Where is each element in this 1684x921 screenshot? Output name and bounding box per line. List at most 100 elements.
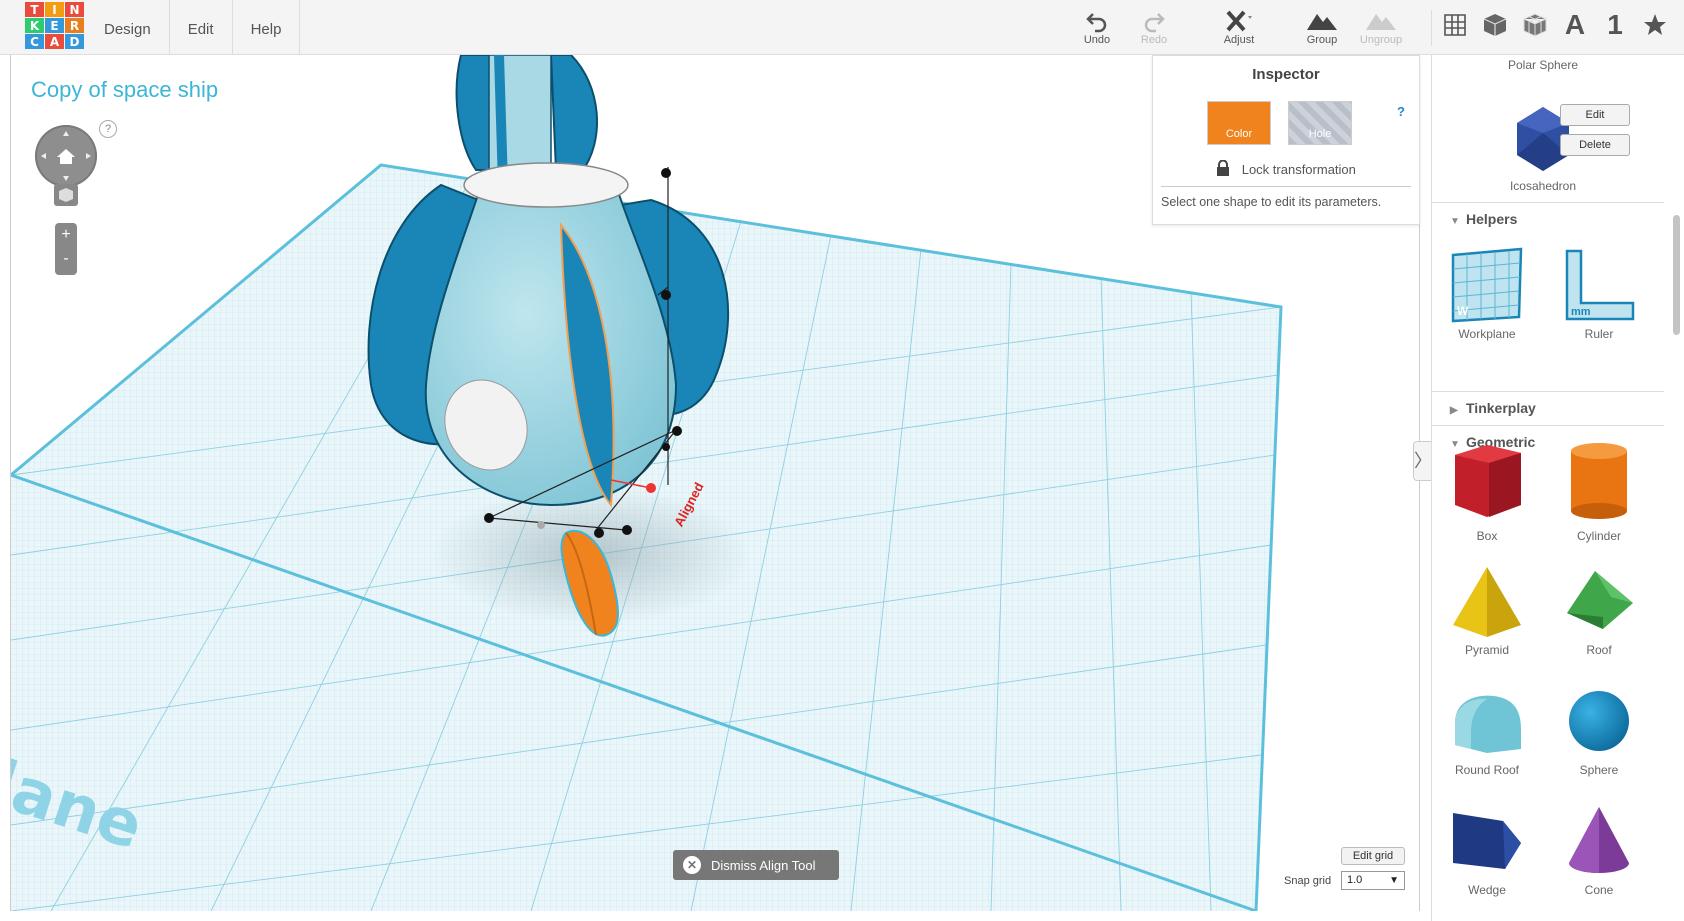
shape-pyramid[interactable]: Pyramid: [1432, 563, 1542, 657]
text-shape-icon[interactable]: A: [1562, 9, 1588, 40]
lock-icon: [1217, 159, 1230, 176]
roof-icon: [1567, 571, 1633, 629]
logo-letter: D: [65, 34, 84, 49]
logo-letter: K: [25, 18, 44, 33]
wireframe-view-icon[interactable]: [1522, 10, 1548, 40]
undo-label: Undo: [1083, 34, 1111, 46]
adjust-button[interactable]: Adjust: [1209, 8, 1269, 50]
shape-sphere[interactable]: Sphere: [1544, 683, 1654, 777]
tinkercad-logo[interactable]: T I N K E R C A D: [25, 2, 85, 62]
shape-round-roof[interactable]: Round Roof: [1432, 683, 1542, 777]
main-menu: Design Edit Help: [86, 0, 301, 55]
shape-ruler[interactable]: mm Ruler: [1544, 247, 1654, 341]
star-icon[interactable]: [1642, 10, 1668, 40]
grid-view-icon[interactable]: [1442, 10, 1468, 40]
box-view-icon[interactable]: [1482, 10, 1508, 40]
shape-workplane[interactable]: W Workplane: [1432, 247, 1542, 341]
delete-shape-button[interactable]: Delete: [1560, 134, 1630, 156]
cone-icon: [1569, 807, 1629, 873]
undo-button[interactable]: Undo: [1067, 8, 1127, 50]
box-icon: [1455, 445, 1521, 517]
group-icon: [1307, 14, 1337, 30]
number-shape-icon[interactable]: 1: [1602, 9, 1628, 40]
top-right-fin[interactable]: [549, 55, 598, 175]
logo-letter: A: [45, 34, 64, 49]
menu-edit[interactable]: Edit: [170, 0, 233, 55]
rocket-collar[interactable]: [463, 162, 629, 208]
shape-label: Sphere: [1579, 763, 1619, 777]
shape-cylinder[interactable]: Cylinder: [1544, 435, 1654, 543]
lock-transformation-toggle[interactable]: Lock transformation: [1153, 159, 1419, 177]
shape-label: Pyramid: [1464, 643, 1509, 657]
zoom-in-button[interactable]: +: [55, 223, 77, 247]
inspector-note: Select one shape to edit its parameters.: [1161, 186, 1411, 209]
fit-view-button[interactable]: [54, 184, 78, 206]
adjust-icon: [1226, 10, 1252, 32]
redo-label: Redo: [1140, 34, 1168, 46]
zoom-out-button[interactable]: -: [55, 247, 77, 271]
expanded-triangle-icon: ▼: [1450, 216, 1460, 227]
sidebar-collapse-toggle[interactable]: 〉: [1413, 441, 1432, 481]
color-button[interactable]: Color: [1207, 101, 1271, 145]
logo-letter: E: [45, 18, 64, 33]
edit-shape-button[interactable]: Edit: [1560, 104, 1630, 126]
project-title[interactable]: Copy of space ship: [31, 77, 218, 103]
shape-wedge[interactable]: Wedge: [1432, 803, 1542, 897]
cube-icon: [59, 188, 73, 202]
section-tinkerplay[interactable]: ▶ Tinkerplay: [1432, 391, 1664, 423]
ungroup-label: Ungroup: [1359, 34, 1403, 46]
svg-text:W: W: [1457, 304, 1469, 318]
shape-cone[interactable]: Cone: [1544, 803, 1654, 897]
shape-box[interactable]: Box: [1432, 435, 1542, 543]
section-helpers[interactable]: ▼ Helpers: [1432, 202, 1664, 234]
zoom-control: + -: [55, 223, 77, 275]
shape-label: Cone: [1584, 883, 1614, 897]
logo-letter: N: [65, 2, 84, 17]
round-roof-icon: [1455, 695, 1521, 753]
inspector-help-icon[interactable]: ?: [1397, 104, 1405, 119]
chevron-down-icon: ▼: [1389, 875, 1399, 886]
shape-label: Cylinder: [1576, 529, 1621, 543]
shape-label: Roof: [1586, 643, 1612, 657]
menu-design[interactable]: Design: [86, 0, 170, 55]
home-icon: [41, 131, 91, 181]
adjust-label: Adjust: [1223, 34, 1255, 46]
edit-grid-button[interactable]: Edit grid: [1341, 847, 1405, 865]
toolbar-divider: [1431, 10, 1432, 46]
top-bar: T I N K E R C A D Design Edit Help Undo …: [0, 0, 1684, 55]
shape-label: Workplane: [1458, 327, 1516, 341]
shapes-sidebar: Polar Sphere Icosahedron Edit Delete ▼ He…: [1431, 55, 1684, 921]
nav-help-icon[interactable]: ?: [99, 120, 117, 138]
inspector-title: Inspector: [1252, 66, 1320, 83]
view-icons: A 1: [1442, 9, 1668, 40]
workplane-icon: W: [1451, 247, 1523, 323]
snap-grid-value: 1.0: [1347, 874, 1363, 886]
svg-text:mm: mm: [1571, 306, 1591, 318]
hole-button[interactable]: Hole: [1288, 101, 1352, 145]
lock-label: Lock transformation: [1241, 162, 1356, 177]
shape-label: Round Roof: [1454, 763, 1520, 777]
polar-sphere-label: Polar Sphere: [1507, 58, 1579, 72]
dismiss-label: Dismiss Align Tool: [711, 857, 816, 873]
sidebar-scrollbar[interactable]: [1673, 215, 1680, 335]
ungroup-button[interactable]: Ungroup: [1351, 8, 1411, 50]
close-icon: ✕: [683, 856, 701, 874]
group-button[interactable]: Group: [1292, 8, 1352, 50]
ruler-icon: mm: [1565, 249, 1635, 321]
shape-label: Ruler: [1584, 327, 1614, 341]
view-orbit-control[interactable]: [35, 125, 97, 187]
snap-grid-select[interactable]: 1.0 ▼: [1341, 871, 1405, 890]
shape-roof[interactable]: Roof: [1544, 563, 1654, 657]
shape-label: Icosahedron: [1509, 179, 1577, 193]
menu-help[interactable]: Help: [233, 0, 301, 55]
dismiss-align-tool-button[interactable]: ✕ Dismiss Align Tool: [673, 850, 839, 880]
shape-label: Wedge: [1468, 883, 1506, 897]
logo-letter: T: [25, 2, 44, 17]
ungroup-icon: [1366, 14, 1396, 30]
group-label: Group: [1306, 34, 1338, 46]
logo-letter: R: [65, 18, 84, 33]
section-title: Helpers: [1466, 211, 1518, 227]
redo-button[interactable]: Redo: [1124, 8, 1184, 50]
pyramid-icon: [1453, 567, 1521, 637]
cylinder-icon: [1571, 443, 1627, 519]
